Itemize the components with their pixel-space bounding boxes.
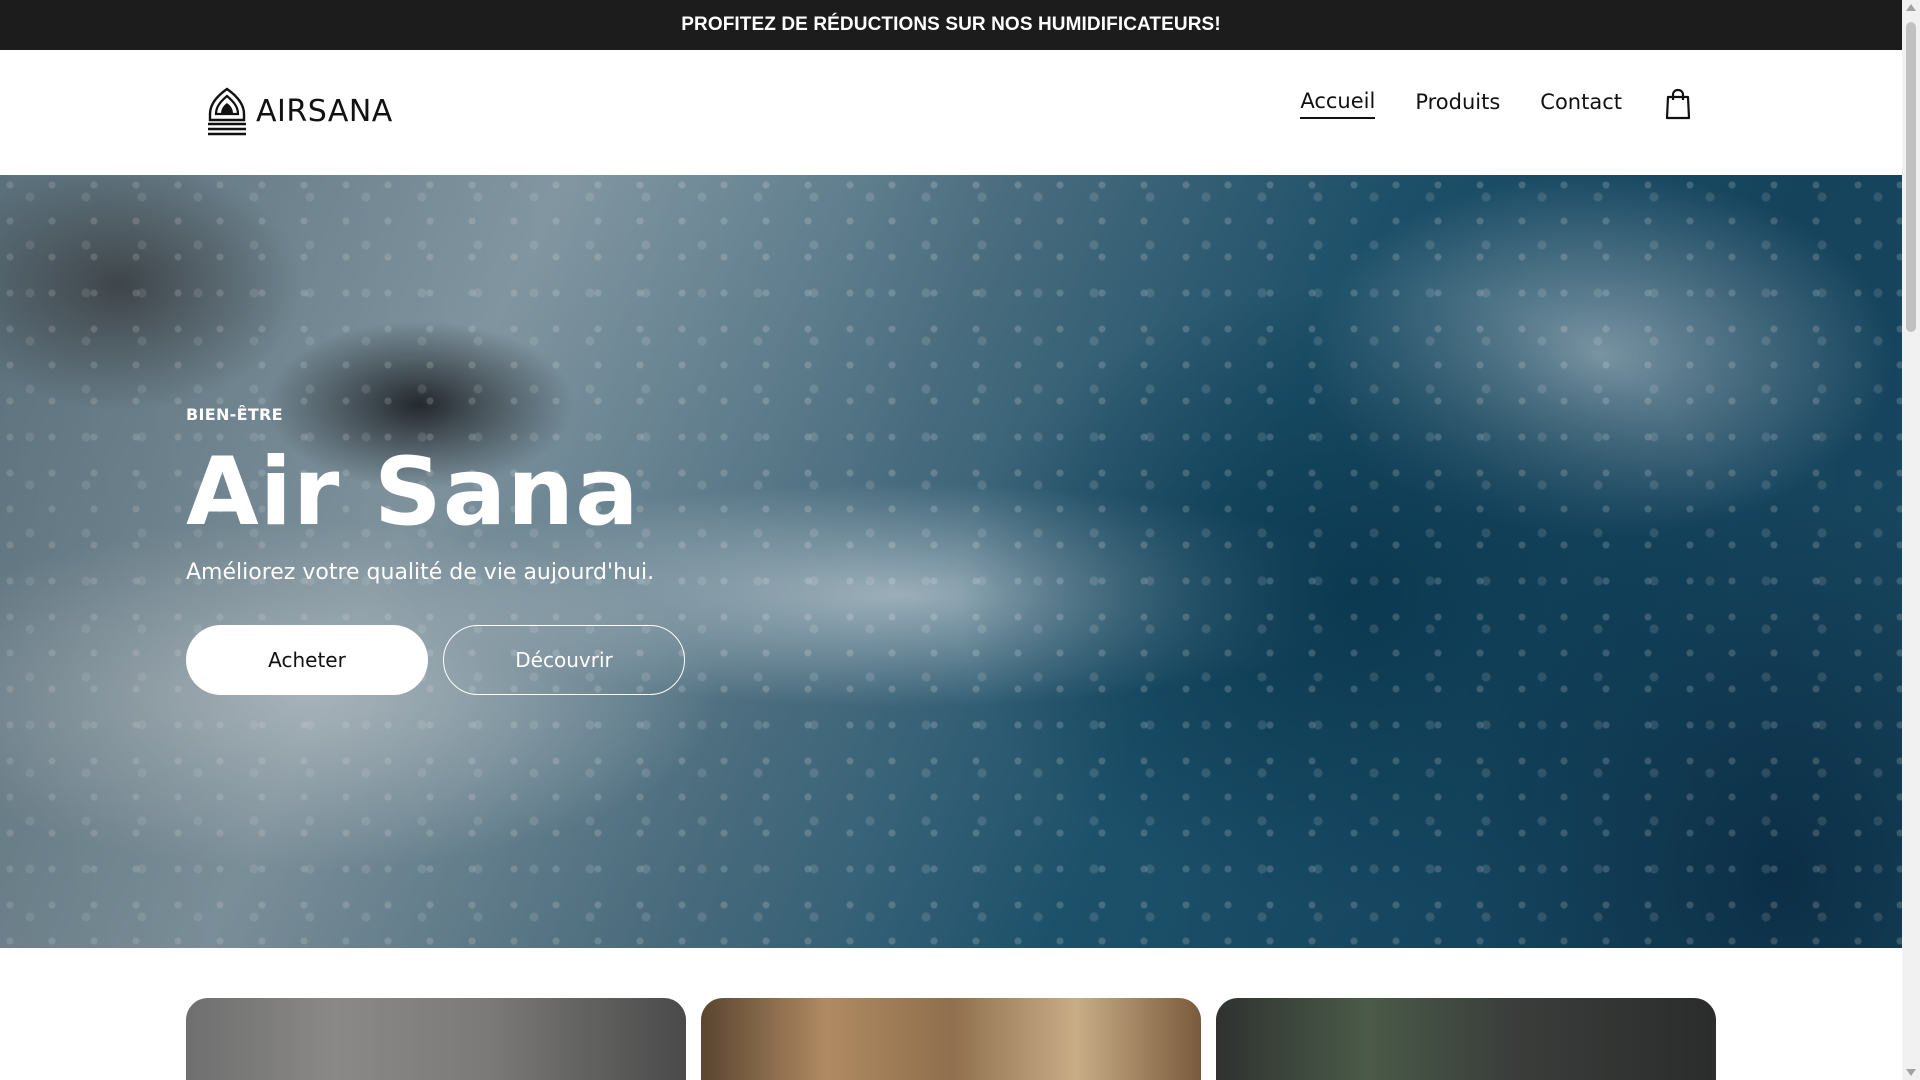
shopping-bag-icon[interactable] [1664, 88, 1692, 120]
scrollbar-thumb[interactable] [1906, 22, 1916, 332]
hero-buttons: Acheter Découvrir [186, 625, 685, 695]
announcement-bar: PROFITEZ DE RÉDUCTIONS SUR NOS HUMIDIFIC… [0, 0, 1902, 50]
brand-logo[interactable]: AIRSANA [204, 86, 393, 136]
decouvrir-button[interactable]: Découvrir [443, 625, 685, 695]
scroll-down-icon[interactable] [1906, 1069, 1916, 1076]
vertical-scrollbar[interactable] [1902, 0, 1920, 1080]
hero-content: BIEN-ÊTRE Air Sana Améliorez votre quali… [186, 405, 685, 695]
hero-eyebrow: BIEN-ÊTRE [186, 405, 283, 424]
scroll-up-icon[interactable] [1906, 4, 1916, 11]
hero-banner: BIEN-ÊTRE Air Sana Améliorez votre quali… [0, 175, 1902, 948]
main-nav: Accueil Produits Contact [1260, 88, 1692, 120]
category-card[interactable] [186, 998, 686, 1080]
page: PROFITEZ DE RÉDUCTIONS SUR NOS HUMIDIFIC… [0, 0, 1902, 1080]
nav-item-accueil[interactable]: Accueil [1300, 89, 1376, 119]
announcement-text: PROFITEZ DE RÉDUCTIONS SUR NOS HUMIDIFIC… [681, 14, 1221, 35]
lotus-dome-icon [208, 87, 246, 136]
nav-item-produits[interactable]: Produits [1415, 90, 1500, 118]
brand-name: AIRSANA [256, 93, 393, 129]
nav-item-contact[interactable]: Contact [1540, 90, 1622, 118]
hero-subtitle: Améliorez votre qualité de vie aujourd'h… [186, 560, 655, 585]
category-card[interactable] [701, 998, 1201, 1080]
site-header: AIRSANA Accueil Produits Contact [0, 50, 1902, 175]
acheter-button[interactable]: Acheter [186, 625, 428, 695]
hero-title: Air Sana [186, 438, 640, 547]
category-card[interactable] [1216, 998, 1716, 1080]
category-cards [186, 998, 1716, 1080]
